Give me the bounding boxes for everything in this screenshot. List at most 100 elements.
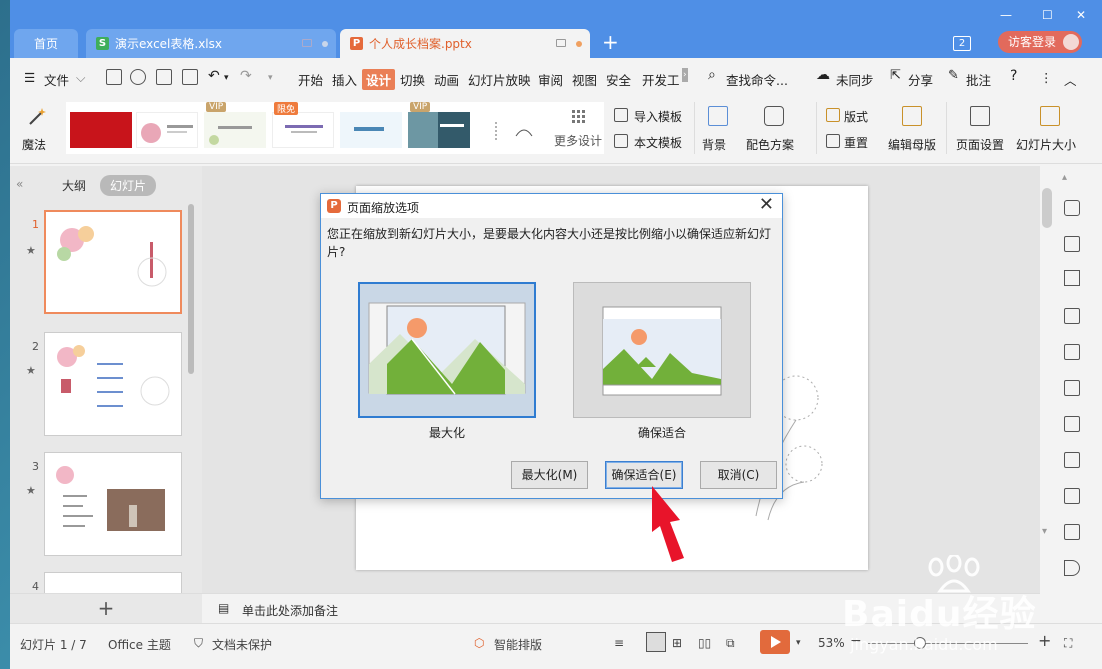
menu-insert[interactable]: 插入 (332, 70, 357, 89)
template-thumb-7[interactable] (476, 112, 538, 148)
scroll-down-icon[interactable]: ▾ (1042, 526, 1047, 537)
doc-protection-status[interactable]: 文档未保护 (212, 636, 272, 653)
template-thumb-1[interactable] (70, 112, 132, 148)
notes-view-icon[interactable]: ≡ (614, 636, 624, 650)
scroll-up-icon[interactable]: ▴ (1062, 172, 1067, 183)
tab-ppt[interactable]: P 个人成长档案.pptx (340, 29, 590, 58)
dialog-title: 页面缩放选项 (347, 201, 420, 215)
slide-thumb-1[interactable] (44, 210, 182, 314)
slide-thumb-3[interactable] (44, 452, 182, 556)
menu-slideshow[interactable]: 幻灯片放映 (468, 70, 531, 89)
minimize-icon[interactable]: — (1000, 8, 1012, 22)
menu-more-arrow-icon[interactable]: › (682, 68, 688, 82)
slide-size-label: 幻灯片大小 (1016, 138, 1077, 152)
magic-wand-icon (26, 106, 46, 126)
help-icon[interactable]: ? (1010, 68, 1017, 84)
print-preview-icon[interactable] (182, 69, 198, 85)
menu-developer[interactable]: 开发工 (642, 70, 680, 89)
print-icon[interactable] (156, 69, 172, 85)
collapse-panel-icon[interactable]: « (16, 177, 23, 191)
template-thumb-2[interactable] (136, 112, 198, 148)
archive-tool-icon[interactable] (1064, 488, 1080, 504)
menu-file[interactable]: 文件 (44, 70, 69, 89)
template-thumb-4[interactable] (272, 112, 334, 148)
cloud-icon[interactable]: ☁ (816, 67, 830, 83)
option-ensure-fit-label: 确保适合 (637, 426, 686, 440)
menu-design[interactable]: 设计 (362, 69, 396, 90)
add-slide-button[interactable]: + (10, 593, 202, 623)
watermark-url: jingyan.baidu.com (850, 635, 998, 654)
settings-tool-icon[interactable] (1064, 380, 1080, 396)
search-icon[interactable]: ⌕ (708, 67, 716, 83)
menu-view[interactable]: 视图 (572, 70, 597, 89)
play-slideshow-button[interactable] (760, 630, 790, 654)
comment-button[interactable]: 批注 (966, 70, 991, 89)
tab-slides[interactable]: 幻灯片 (100, 175, 157, 196)
more-icon[interactable]: ⋮ (1040, 70, 1053, 85)
tab-excel[interactable]: S 演示excel表格.xlsx (86, 29, 336, 58)
maximize-icon[interactable]: ☐ (1042, 8, 1053, 22)
theme-name[interactable]: Office 主题 (108, 636, 171, 653)
grid-tool-icon[interactable] (1064, 308, 1080, 324)
normal-view-icon[interactable] (646, 632, 666, 652)
transform-tool-icon[interactable] (1064, 236, 1080, 252)
menu-animation[interactable]: 动画 (434, 70, 459, 89)
undo-dropdown-icon[interactable]: ▾ (224, 73, 229, 83)
export-tool-icon[interactable] (1064, 452, 1080, 468)
slide-panel: « 大纲 幻灯片 1 ★ 2 ★ 3 ★ 4 (10, 166, 202, 593)
design-template-gallery: VIP 限免 VIP 更多设计 (66, 102, 604, 154)
menu-security[interactable]: 安全 (606, 70, 631, 89)
smart-layout-button[interactable]: 智能排版 (494, 636, 542, 653)
image-tool-icon[interactable] (1064, 416, 1080, 432)
share-button[interactable]: 分享 (908, 70, 933, 89)
dialog-close-icon[interactable]: ✕ (759, 195, 774, 215)
slide-thumb-4[interactable] (44, 572, 182, 593)
undo-icon[interactable]: ↶ (208, 68, 220, 84)
slide-counter: 幻灯片 1 / 7 (20, 638, 87, 652)
share-icon[interactable]: ⇱ (890, 68, 901, 83)
visitor-login-button[interactable]: 访客登录 (998, 31, 1082, 53)
background-icon (708, 106, 728, 126)
menu-start[interactable]: 开始 (298, 70, 323, 89)
menu-review[interactable]: 审阅 (538, 70, 563, 89)
shape-tool-icon[interactable] (1064, 270, 1080, 286)
ensure-fit-button[interactable]: 确保适合(E) (605, 461, 683, 489)
sync-status[interactable]: 未同步 (836, 70, 874, 89)
collapse-ribbon-icon[interactable]: ︿ (1064, 70, 1077, 89)
maximize-button[interactable]: 最大化(M) (511, 461, 588, 489)
picture-tool-icon[interactable] (1064, 524, 1080, 540)
hamburger-icon[interactable]: ☰ (24, 70, 35, 85)
save-icon[interactable] (106, 69, 122, 85)
option-maximize[interactable] (358, 282, 536, 418)
slide-thumb-2[interactable] (44, 332, 182, 436)
redo-dropdown-icon[interactable]: ▾ (268, 73, 273, 83)
sorter-view-icon[interactable]: ⊞ (672, 636, 682, 650)
tab-outline[interactable]: 大纲 (62, 177, 86, 194)
doc-count-badge[interactable]: 2 (953, 36, 971, 51)
template-thumb-5[interactable] (340, 112, 402, 148)
format-painter-icon[interactable] (130, 69, 146, 85)
menu-transition[interactable]: 切换 (400, 70, 425, 89)
presenter-view-icon[interactable]: ⧉ (726, 636, 735, 651)
close-window-icon[interactable]: ✕ (1076, 8, 1086, 22)
canvas-scrollbar[interactable] (1042, 188, 1052, 228)
page-scale-dialog: P 页面缩放选项 ✕ 您正在缩放到新幻灯片大小，是要最大化内容大小还是按比例缩小… (320, 193, 783, 499)
cancel-button[interactable]: 取消(C) (700, 461, 777, 489)
redo-icon[interactable]: ↷ (240, 68, 252, 84)
dialog-title-bar: P 页面缩放选项 ✕ (321, 194, 782, 218)
chevron-down-icon[interactable]: ⌵ (76, 70, 85, 86)
slide-panel-scrollbar[interactable] (188, 204, 194, 374)
tab-home[interactable]: 首页 (14, 29, 78, 58)
option-ensure-fit[interactable] (573, 282, 751, 418)
comment-icon[interactable]: ✎ (948, 68, 959, 83)
monitor-icon[interactable] (302, 39, 312, 47)
star-tool-icon[interactable] (1064, 200, 1080, 216)
template-thumb-3[interactable] (204, 112, 266, 148)
monitor-icon[interactable] (556, 39, 566, 47)
play-dropdown-icon[interactable]: ▾ (796, 638, 801, 648)
new-tab-icon[interactable]: + (602, 32, 619, 52)
reading-view-icon[interactable]: ▯▯ (698, 636, 711, 650)
chart-tool-icon[interactable] (1064, 344, 1080, 360)
template-thumb-6[interactable] (408, 112, 470, 148)
command-search[interactable]: 查找命令... (726, 70, 788, 89)
